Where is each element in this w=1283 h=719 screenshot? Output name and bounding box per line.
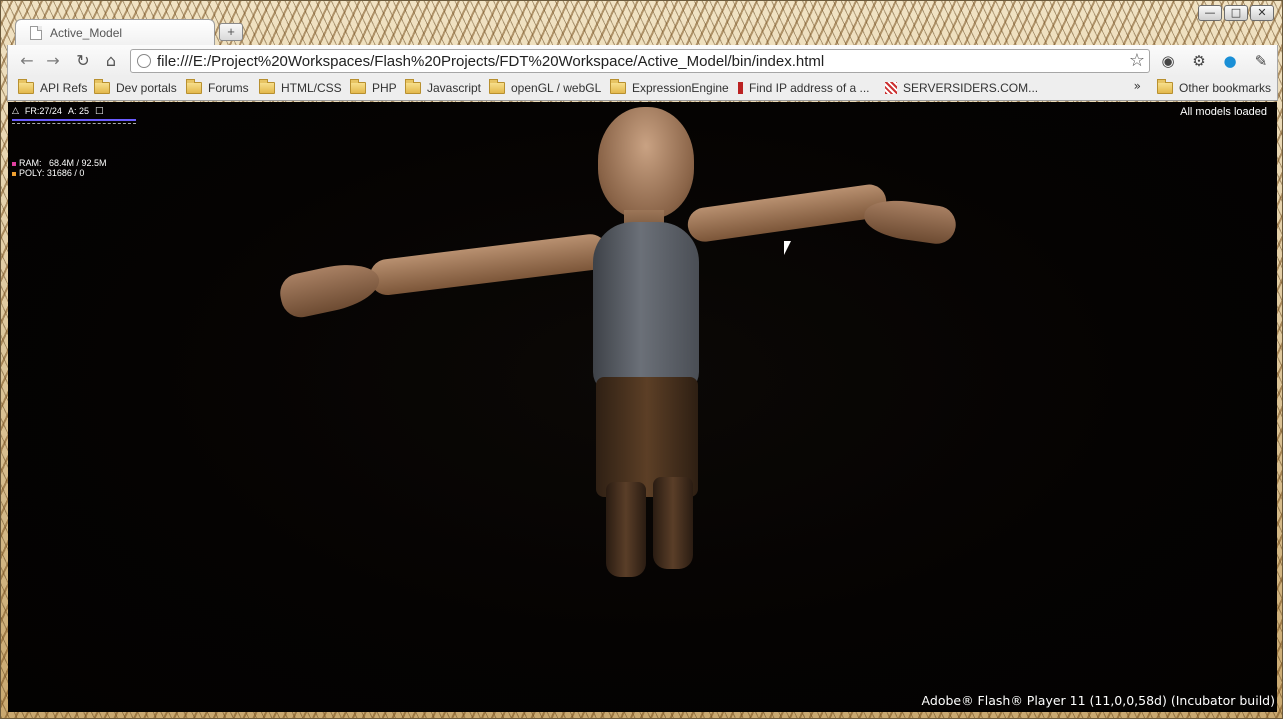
folder-icon (489, 79, 505, 94)
tab-active-model[interactable]: Active_Model (15, 19, 215, 45)
bookmark-php[interactable]: PHP (350, 79, 397, 95)
url-text: file:///E:/Project%20Workspaces/Flash%20… (157, 52, 825, 70)
site-favicon-icon (738, 82, 743, 94)
ram-row: RAM: 68.4M / 92.5M (12, 158, 136, 168)
window-controls: — □ ✕ (1198, 5, 1274, 21)
folder-icon (94, 79, 110, 94)
site-favicon-icon (885, 82, 897, 94)
bookmark-label: Other bookmarks (1179, 81, 1272, 95)
folder-icon (259, 79, 275, 94)
bookmark-expressionengine[interactable]: ExpressionEngine (610, 79, 729, 95)
character-right-arm (685, 182, 889, 244)
memory-stats: RAM: 68.4M / 92.5M POLY: 31686 / 0 (12, 158, 136, 178)
ram-value: 68.4M / 92.5M (49, 158, 107, 168)
home-icon[interactable]: ⌂ (100, 51, 122, 71)
load-status: All models loaded (1180, 106, 1267, 118)
close-button[interactable]: ✕ (1250, 5, 1274, 21)
stats-overlay: △ FR:27/24 A: 25 □ RAM: 68.4M / 92.5M PO… (12, 105, 136, 178)
globe-icon (137, 54, 151, 68)
poly-label: POLY: (19, 168, 45, 178)
triangle-icon: △ (12, 106, 19, 116)
forward-icon[interactable]: → (42, 51, 64, 71)
back-icon[interactable]: ← (16, 51, 38, 71)
toolbar: ← → ↻ ⌂ file:///E:/Project%20Workspaces/… (7, 45, 1278, 77)
fps-graph (12, 123, 136, 124)
bookmarks-bar: API Refs Dev portals Forums HTML/CSS PHP… (7, 77, 1278, 101)
character-right-hand (861, 195, 959, 247)
bookmark-opengl-webgl[interactable]: openGL / webGL (489, 79, 602, 95)
poly-value: 31686 / 0 (46, 168, 85, 178)
character-tank-top (593, 222, 699, 394)
character-right-boot (653, 477, 693, 569)
player-version: Adobe® Flash® Player 11 (11,0,0,58d) (In… (921, 693, 1275, 708)
bookmark-api-refs[interactable]: API Refs (18, 79, 88, 95)
mouse-cursor-icon (784, 241, 791, 255)
bookmark-label: Dev portals (116, 81, 177, 95)
address-bar[interactable]: file:///E:/Project%20Workspaces/Flash%20… (130, 49, 1150, 73)
browser-window: — □ ✕ Active_Model + ← → ↻ ⌂ file:///E:/… (0, 0, 1283, 719)
bookmark-label: API Refs (40, 81, 88, 95)
folder-icon (610, 79, 626, 94)
reload-icon[interactable]: ↻ (72, 51, 94, 71)
character-model (8, 102, 1277, 712)
fps-graph-line (12, 119, 136, 121)
new-tab-button[interactable]: + (219, 23, 243, 41)
extension-icon[interactable]: ● (1220, 52, 1240, 70)
flash-stage[interactable]: △ FR:27/24 A: 25 □ RAM: 68.4M / 92.5M PO… (8, 102, 1277, 712)
page-icon (30, 25, 42, 40)
ram-marker-icon (12, 161, 16, 166)
bookmark-javascript[interactable]: Javascript (405, 79, 482, 95)
bookmark-label: HTML/CSS (281, 81, 342, 95)
character-head (598, 107, 694, 219)
ram-label: RAM: (19, 158, 42, 168)
tab-title: Active_Model (50, 25, 123, 40)
fps-readout: FR:27/24 (24, 106, 62, 116)
bookmark-label: SERVERSIDERS.COM... (903, 81, 1039, 95)
gear-icon[interactable]: ⚙ (1189, 52, 1209, 70)
bookmark-other-bookmarks[interactable]: Other bookmarks (1157, 79, 1272, 95)
bookmark-label: Javascript (427, 81, 482, 95)
bookmark-label: ExpressionEngine (632, 81, 729, 95)
folder-icon (1157, 79, 1173, 94)
bookmark-label: PHP (372, 81, 397, 95)
bookmark-label: openGL / webGL (511, 81, 602, 95)
minimize-stats-icon[interactable]: □ (95, 106, 104, 116)
folder-icon (405, 79, 421, 94)
folder-icon (350, 79, 366, 94)
poly-marker-icon (12, 171, 16, 176)
character-left-hand (276, 257, 384, 321)
bookmark-forums[interactable]: Forums (186, 79, 249, 95)
animation-readout: A: 25 (67, 106, 89, 116)
maximize-button[interactable]: □ (1224, 5, 1248, 21)
bookmarks-overflow-icon[interactable]: » (1134, 79, 1141, 93)
bookmark-star-icon[interactable]: ☆ (1129, 50, 1145, 71)
poly-row: POLY: 31686 / 0 (12, 168, 136, 178)
bookmark-label: Forums (208, 81, 249, 95)
bookmark-serversiders[interactable]: SERVERSIDERS.COM... (885, 81, 1038, 95)
bookmark-html-css[interactable]: HTML/CSS (259, 79, 342, 95)
character-left-boot (606, 482, 646, 577)
bookmark-find-ip[interactable]: Find IP address of a ... (738, 81, 870, 95)
character-left-arm (367, 232, 611, 298)
bookmark-label: Find IP address of a ... (749, 81, 870, 95)
minimize-button[interactable]: — (1198, 5, 1222, 21)
incognito-icon[interactable]: ◉ (1158, 52, 1178, 70)
wrench-icon[interactable]: ✎ (1251, 52, 1271, 70)
folder-icon (186, 79, 202, 94)
folder-icon (18, 79, 34, 94)
bookmark-dev-portals[interactable]: Dev portals (94, 79, 177, 95)
